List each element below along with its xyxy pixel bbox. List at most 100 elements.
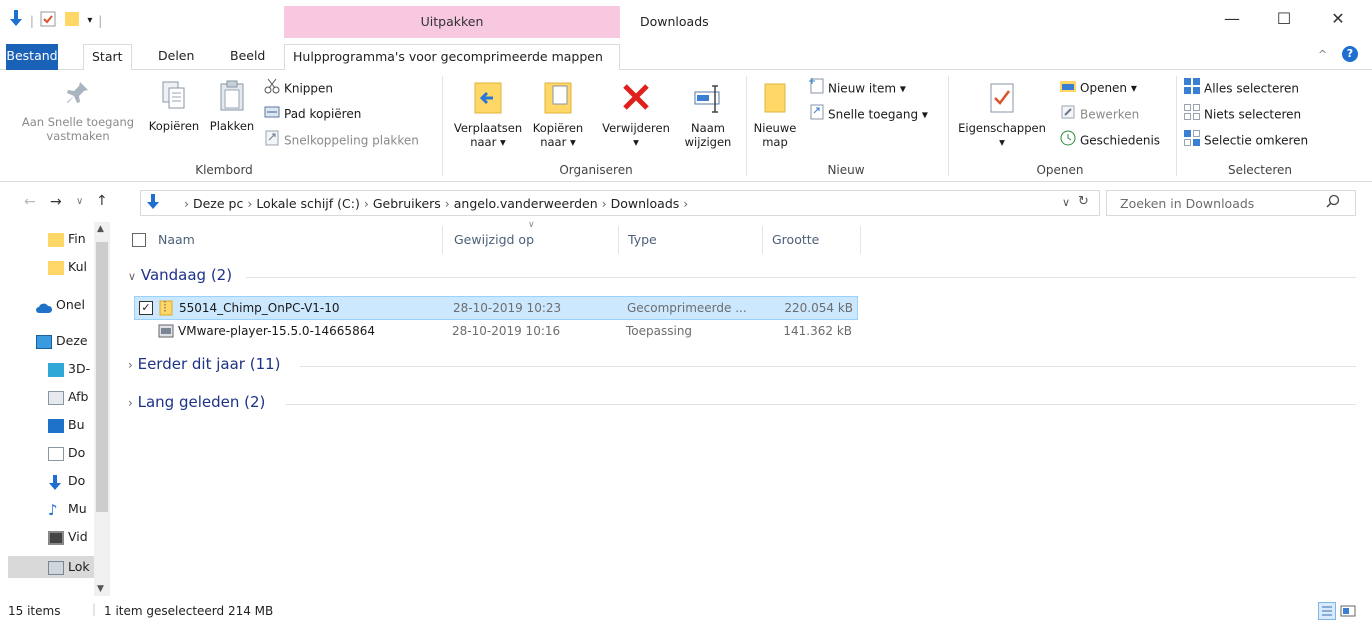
refresh-icon[interactable]: ↻	[1078, 194, 1089, 209]
forward-arrow-icon[interactable]: →	[50, 194, 62, 210]
nav-item[interactable]: Vid	[48, 526, 88, 548]
group-header-long-ago[interactable]: › Lang geleden (2)	[128, 393, 265, 411]
open-button[interactable]: Openen ▾	[1060, 78, 1137, 98]
quick-access-toolbar: | ▾ |	[8, 10, 102, 31]
cut-button[interactable]: Knippen	[264, 78, 333, 98]
file-type: Toepassing	[626, 324, 693, 338]
group-label-selecteren: Selecteren	[1227, 163, 1293, 177]
copy-path-button[interactable]: Pad kopiëren	[264, 104, 361, 124]
nav-scrollbar-thumb[interactable]	[96, 242, 108, 512]
pin-quick-access-button[interactable]: Aan Snelle toegang vastmaken	[14, 80, 142, 143]
invert-selection-icon	[1184, 130, 1200, 152]
column-header-name[interactable]: Naam	[158, 232, 195, 247]
invert-selection-button[interactable]: Selectie omkeren	[1184, 130, 1308, 150]
nav-item[interactable]: Bu	[48, 414, 85, 436]
maximize-button[interactable]: ☐	[1264, 4, 1304, 34]
select-none-button[interactable]: Niets selecteren	[1184, 104, 1301, 124]
breadcrumb-lokale-schijf[interactable]: Lokale schijf (C:)	[256, 196, 360, 211]
breadcrumb-user[interactable]: angelo.vanderweerden	[454, 196, 598, 211]
new-folder-icon[interactable]	[64, 11, 80, 30]
copy-icon	[144, 80, 204, 115]
music-note-icon: ♪	[48, 500, 58, 519]
rename-button[interactable]: Naam wijzigen	[678, 80, 738, 149]
file-size: 141.362 kB	[783, 324, 852, 338]
breadcrumb-gebruikers[interactable]: Gebruikers	[373, 196, 441, 211]
select-all-button[interactable]: Alles selecteren	[1184, 78, 1299, 98]
videos-icon	[48, 530, 64, 545]
tab-bestand[interactable]: Bestand	[6, 44, 58, 70]
search-icon[interactable]	[1326, 194, 1340, 211]
collapse-ribbon-icon[interactable]: ^	[1318, 48, 1327, 61]
copy-button[interactable]: Kopiëren	[144, 80, 204, 133]
back-arrow-icon[interactable]: ←	[24, 194, 36, 210]
recent-locations-icon[interactable]: ∨	[76, 196, 83, 207]
collapse-chevron-icon: ∨	[128, 270, 137, 283]
customize-toolbar-icon[interactable]: ▾	[87, 15, 92, 26]
downloads-icon	[48, 474, 64, 490]
up-arrow-icon[interactable]: ↑	[96, 193, 108, 209]
copy-to-button[interactable]: Kopiëren naar ▾	[526, 80, 590, 149]
new-item-button[interactable]: Nieuw item ▾	[808, 78, 906, 98]
edit-button[interactable]: Bewerken	[1060, 104, 1139, 124]
open-folder-icon	[1060, 79, 1076, 99]
new-folder-button[interactable]: Nieuwe map	[750, 80, 800, 149]
move-to-button[interactable]: Verplaatsen naar ▾	[450, 80, 526, 149]
nav-item[interactable]: Kul	[48, 256, 87, 278]
expand-chevron-icon: ›	[128, 396, 133, 410]
file-modified: 28-10-2019 10:23	[453, 301, 562, 315]
address-dropdown-icon[interactable]: ∨	[1062, 196, 1070, 209]
column-header-size[interactable]: Grootte	[772, 232, 819, 247]
nav-item-local-disk[interactable]: Lok	[8, 556, 102, 578]
large-icons-view-icon[interactable]	[1340, 603, 1356, 622]
minimize-button[interactable]: —	[1212, 4, 1252, 34]
column-header-type[interactable]: Type	[628, 232, 657, 247]
row-checkbox[interactable]: ✓	[139, 301, 153, 315]
tab-start[interactable]: Start	[83, 44, 132, 71]
close-button[interactable]: ✕	[1318, 4, 1358, 34]
folder-icon	[48, 232, 64, 247]
file-row[interactable]: ✓ 55014_Chimp_OnPC-V1-10 28-10-2019 10:2…	[134, 296, 858, 320]
delete-button[interactable]: Verwijderen ▾	[596, 80, 676, 149]
details-view-icon[interactable]	[1318, 602, 1336, 620]
tab-delen[interactable]: Delen	[150, 44, 202, 70]
paste-shortcut-button[interactable]: Snelkoppeling plakken	[264, 130, 419, 150]
installer-icon	[158, 323, 174, 342]
group-header-today[interactable]: ∨ Vandaag (2)	[128, 266, 232, 284]
group-label-klembord: Klembord	[195, 163, 253, 177]
nav-item[interactable]: 3D-	[48, 358, 90, 380]
column-header-modified[interactable]: Gewijzigd op	[454, 232, 534, 247]
tab-hulpprogrammas[interactable]: Hulpprogramma's voor gecomprimeerde mapp…	[284, 44, 620, 71]
status-selection: 1 item geselecteerd 214 MB	[104, 604, 274, 618]
breadcrumb-deze-pc[interactable]: Deze pc	[193, 196, 243, 211]
nav-item-onedrive[interactable]: Onel	[36, 294, 85, 316]
nav-item-this-pc[interactable]: Deze	[36, 330, 88, 352]
properties-checkbox-icon[interactable]	[40, 11, 56, 30]
breadcrumb-downloads[interactable]: Downloads	[611, 196, 680, 211]
zip-folder-icon	[159, 300, 173, 319]
desktop-icon	[48, 418, 64, 433]
nav-item[interactable]: Fin	[48, 228, 86, 250]
group-label-openen: Openen	[1036, 163, 1084, 177]
tab-beeld[interactable]: Beeld	[222, 44, 273, 70]
cloud-icon	[36, 299, 53, 313]
history-button[interactable]: Geschiedenis	[1060, 130, 1160, 150]
group-header-this-year[interactable]: › Eerder dit jaar (11)	[128, 355, 281, 373]
scroll-down-icon[interactable]: ▼	[97, 584, 104, 594]
help-icon[interactable]: ?	[1342, 46, 1358, 62]
paste-button[interactable]: Plakken	[204, 80, 260, 133]
computer-icon	[36, 334, 52, 349]
nav-item[interactable]: ♪ Mu	[48, 498, 87, 520]
nav-item[interactable]: Afb	[48, 386, 88, 408]
file-row[interactable]: VMware-player-15.5.0-14665864 28-10-2019…	[134, 320, 858, 344]
nav-item[interactable]: Do	[48, 442, 85, 464]
history-icon	[1060, 130, 1076, 152]
scroll-up-icon[interactable]: ▲	[97, 224, 104, 234]
select-all-checkbox[interactable]	[132, 233, 146, 247]
copy-to-icon	[526, 80, 590, 117]
download-arrow-icon	[8, 10, 24, 31]
properties-button[interactable]: Eigenschappen ▾	[952, 80, 1052, 149]
easy-access-button[interactable]: Snelle toegang ▾	[808, 104, 928, 124]
nav-item[interactable]: Do	[48, 470, 85, 492]
3d-objects-icon	[48, 362, 64, 377]
file-name: VMware-player-15.5.0-14665864	[178, 324, 375, 338]
